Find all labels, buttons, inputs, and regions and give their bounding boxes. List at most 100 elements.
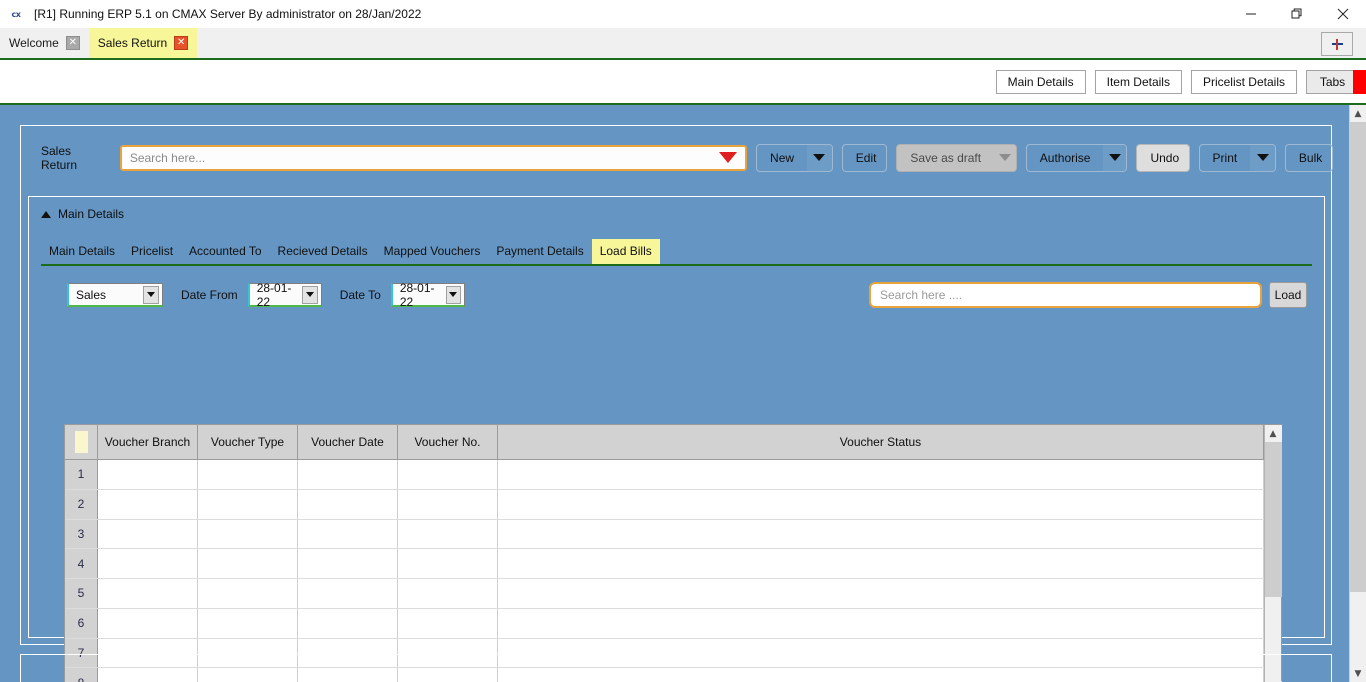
cell-voucher-branch[interactable] [98,549,198,578]
date-to-input[interactable]: 28-01-22 [390,281,465,309]
column-header-voucher-date[interactable]: Voucher Date [298,425,398,459]
cell-voucher-type[interactable] [198,608,298,638]
date-to-chevron-down-icon[interactable] [445,285,461,304]
grid-vertical-scrollbar[interactable]: ▲ ▼ [1264,425,1282,682]
date-from-input[interactable]: 28-01-22 [247,281,322,309]
print-chevron-down-icon[interactable] [1250,144,1275,171]
column-header-voucher-type[interactable]: Voucher Type [198,425,298,459]
add-tab-button[interactable] [1321,32,1353,56]
grid-scroll-thumb[interactable] [1264,442,1282,597]
cell-voucher-type[interactable] [198,519,298,549]
new-button-chevron-down-icon[interactable] [807,144,832,171]
row-number: 4 [65,549,98,578]
cell-voucher-type[interactable] [198,489,298,519]
subtab-payment-details[interactable]: Payment Details [488,239,591,264]
dropdown-caret-icon[interactable] [719,152,738,163]
page-scroll-up-icon[interactable]: ▲ [1349,105,1366,122]
ribbon-button-main-details[interactable]: Main Details [995,69,1086,94]
cell-voucher-status[interactable] [498,519,1264,549]
load-button[interactable]: Load [1269,282,1307,308]
column-header-voucher-status[interactable]: Voucher Status [498,425,1264,459]
column-header-voucher-branch[interactable]: Voucher Branch [98,425,198,459]
load-bills-search-input[interactable]: Search here .... [869,282,1262,308]
cell-voucher-branch[interactable] [98,579,198,608]
cell-voucher-type[interactable] [198,460,298,489]
page-scroll-down-icon[interactable]: ▼ [1349,665,1366,682]
edit-button[interactable]: Edit [841,143,888,172]
authorise-chevron-down-icon[interactable] [1103,144,1127,171]
close-icon[interactable] [1320,0,1366,28]
red-flag-indicator [1353,69,1366,94]
select-all-marker-icon[interactable] [74,431,88,453]
cell-voucher-no[interactable] [398,489,498,519]
tab-sales-return-close-icon[interactable]: ✕ [174,36,189,50]
cell-voucher-status[interactable] [498,608,1264,638]
tab-welcome-close-icon[interactable]: ✕ [65,36,80,50]
cell-voucher-status[interactable] [498,489,1264,519]
ribbon-button-tabs[interactable]: Tabs [1306,69,1366,94]
save-as-draft-chevron-down-icon[interactable] [994,144,1016,171]
table-row[interactable]: 2 [65,489,1264,520]
cell-voucher-no[interactable] [398,519,498,549]
subtab-mapped-vouchers[interactable]: Mapped Vouchers [376,239,489,264]
ribbon-button-item-details[interactable]: Item Details [1094,69,1182,94]
tab-welcome[interactable]: Welcome ✕ [0,28,89,58]
cell-voucher-no[interactable] [398,549,498,578]
cell-voucher-no[interactable] [398,608,498,638]
grid-scroll-up-icon[interactable]: ▲ [1264,425,1282,442]
cell-voucher-type[interactable] [198,579,298,608]
cell-voucher-date[interactable] [298,549,398,578]
subtab-recieved-details[interactable]: Recieved Details [270,239,376,264]
load-bills-filter-row: Sales Date From 28-01-22 Date To 28-01-2… [67,281,1324,309]
page-vertical-scrollbar[interactable]: ▲ ▼ [1349,105,1366,682]
main-details-section-title: Main Details [58,207,125,221]
cell-voucher-branch[interactable] [98,608,198,638]
subtab-accounted-to[interactable]: Accounted To [181,239,270,264]
cell-voucher-branch[interactable] [98,489,198,519]
cell-voucher-date[interactable] [298,608,398,638]
cell-voucher-status[interactable] [498,460,1264,489]
minimize-icon[interactable] [1228,0,1274,28]
table-row[interactable]: 4 [65,549,1264,579]
row-number: 6 [65,608,98,638]
module-search-box[interactable]: Search here... [119,144,748,171]
cell-voucher-status[interactable] [498,579,1264,608]
cell-voucher-date[interactable] [298,579,398,608]
tab-sales-return[interactable]: Sales Return ✕ [88,28,198,58]
save-as-draft-button[interactable]: Save as draft [896,143,1017,172]
plus-icon-vertical [1336,38,1338,50]
subtab-pricelist[interactable]: Pricelist [123,239,181,264]
table-row[interactable]: 5 [65,579,1264,609]
subtab-load-bills[interactable]: Load Bills [591,239,660,264]
cell-voucher-date[interactable] [298,460,398,489]
cell-voucher-date[interactable] [298,489,398,519]
cell-voucher-type[interactable] [198,549,298,578]
date-from-chevron-down-icon[interactable] [302,285,318,304]
triangle-up-icon[interactable] [41,210,51,218]
new-button[interactable]: New [756,143,833,172]
main-details-section-header[interactable]: Main Details [29,197,1324,221]
cell-voucher-date[interactable] [298,519,398,549]
cell-voucher-no[interactable] [398,460,498,489]
table-row[interactable]: 3 [65,519,1264,550]
cell-voucher-branch[interactable] [98,460,198,489]
cell-voucher-status[interactable] [498,549,1264,578]
print-button[interactable]: Print [1198,143,1276,172]
voucher-type-chevron-down-icon[interactable] [143,285,159,304]
table-row[interactable]: 1 [65,460,1264,490]
grid-scroll-track[interactable] [1264,442,1282,681]
grid-header-gutter[interactable] [65,425,98,459]
voucher-type-select[interactable]: Sales [67,283,163,307]
ribbon-button-pricelist-details[interactable]: Pricelist Details [1190,69,1297,94]
column-header-voucher-no[interactable]: Voucher No. [398,425,498,459]
page-scroll-thumb[interactable] [1349,122,1366,592]
page-scroll-track[interactable] [1349,122,1366,665]
cell-voucher-no[interactable] [398,579,498,608]
undo-button[interactable]: Undo [1136,143,1190,172]
table-row[interactable]: 6 [65,608,1264,639]
bulk-button[interactable]: Bulk [1284,143,1333,172]
cell-voucher-branch[interactable] [98,519,198,549]
restore-icon[interactable] [1274,0,1320,28]
subtab-main-details[interactable]: Main Details [41,239,123,264]
authorise-button[interactable]: Authorise [1025,143,1128,172]
